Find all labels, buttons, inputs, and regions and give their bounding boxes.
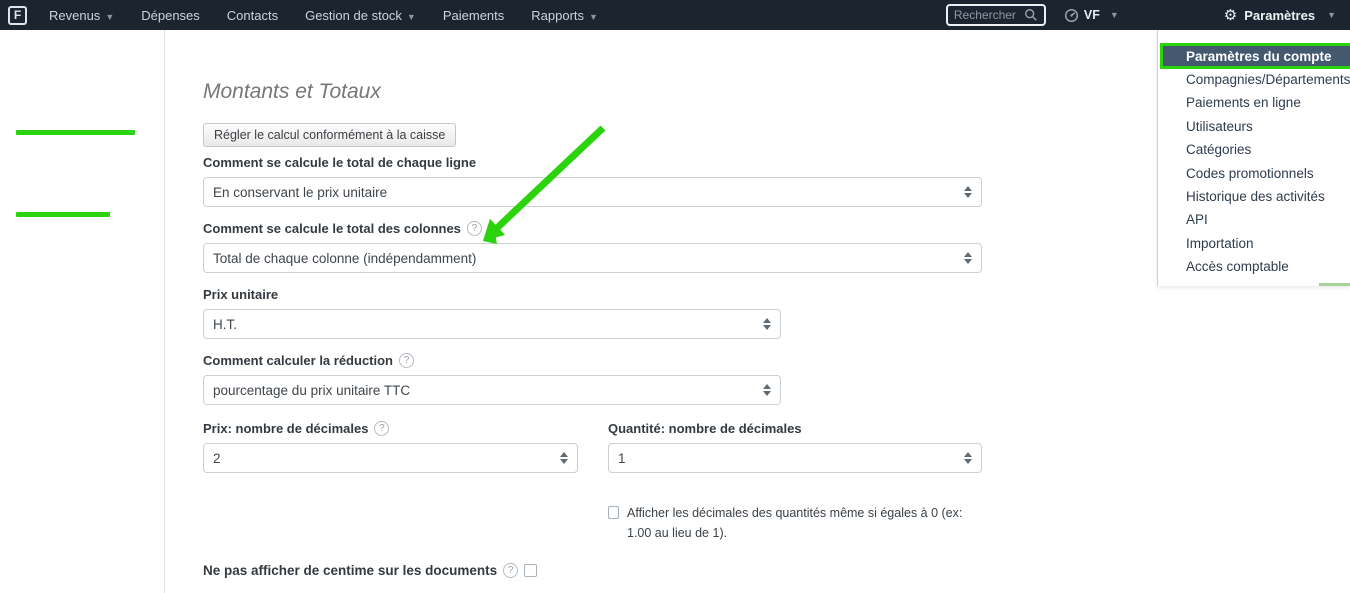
columns-total-value: Total de chaque colonne (indépendamment) <box>213 250 477 266</box>
menu-item-parametres-du-compte[interactable]: Paramètres du compte <box>1160 43 1350 69</box>
search-input[interactable] <box>953 8 1024 22</box>
qty-decimals-value: 1 <box>618 450 626 466</box>
select-arrows-icon <box>964 452 972 464</box>
menu-item-paiements-en-ligne[interactable]: Paiements en ligne <box>1158 91 1350 114</box>
menu-item-importation[interactable]: Importation <box>1158 232 1350 255</box>
chevron-down-icon: ▼ <box>406 11 416 22</box>
annotation-underline-montants <box>16 212 110 217</box>
qty-decimals-checkbox-row: Afficher les décimales des quantités mêm… <box>608 506 986 543</box>
settings-menu-list: Compagnies/Départements Paiements en lig… <box>1158 68 1350 279</box>
unit-price-value: H.T. <box>213 316 238 332</box>
no-cents-row: Ne pas afficher de centime sur les docum… <box>203 563 538 578</box>
menu-item-acces-comptable[interactable]: Accès comptable <box>1158 255 1350 278</box>
settings-dropdown: Paramètres du compte Compagnies/Départem… <box>1157 30 1350 286</box>
nav-item-depenses[interactable]: Dépenses <box>141 8 200 23</box>
columns-total-label: Comment se calcule le total des colonnes… <box>203 221 482 236</box>
account-switcher[interactable]: VF ▼ <box>1064 8 1119 23</box>
gauge-icon <box>1064 8 1078 22</box>
price-decimals-label: Prix: nombre de décimales ? <box>203 421 390 436</box>
no-cents-label: Ne pas afficher de centime sur les docum… <box>203 563 498 578</box>
chevron-down-icon: ▼ <box>1327 10 1336 20</box>
annotation-pale-green-line <box>1319 283 1350 286</box>
select-arrows-icon <box>560 452 568 464</box>
discount-select[interactable]: pourcentage du prix unitaire TTC <box>203 375 781 405</box>
menu-item-categories[interactable]: Catégories <box>1158 138 1350 161</box>
annotation-underline-options <box>16 130 135 135</box>
select-arrows-icon <box>964 252 972 264</box>
no-cents-checkbox[interactable] <box>524 564 538 577</box>
discount-value: pourcentage du prix unitaire TTC <box>213 382 411 398</box>
price-decimals-value: 2 <box>213 450 221 466</box>
line-total-value: En conservant le prix unitaire <box>213 184 388 200</box>
nav-item-gestion-de-stock[interactable]: Gestion de stock ▼ <box>305 8 416 23</box>
top-navbar: F Revenus ▼ Dépenses Contacts Gestion de … <box>0 0 1350 30</box>
nav-menu: Revenus ▼ Dépenses Contacts Gestion de st… <box>49 8 598 23</box>
settings-menu-trigger[interactable]: ⚙ Paramètres ▼ <box>1224 8 1336 23</box>
select-arrows-icon <box>763 384 771 396</box>
select-arrows-icon <box>964 186 972 198</box>
line-total-select[interactable]: En conservant le prix unitaire <box>203 177 982 207</box>
chevron-down-icon: ▼ <box>589 11 598 22</box>
qty-decimals-label: Quantité: nombre de décimales <box>608 421 802 436</box>
show-qty-decimals-checkbox[interactable] <box>608 506 619 519</box>
app-logo[interactable]: F <box>8 5 27 25</box>
price-decimals-select[interactable]: 2 <box>203 443 578 473</box>
menu-item-utilisateurs[interactable]: Utilisateurs <box>1158 115 1350 138</box>
unit-price-select[interactable]: H.T. <box>203 309 781 339</box>
select-arrows-icon <box>763 318 771 330</box>
unit-price-label: Prix unitaire <box>203 287 279 302</box>
search-icon[interactable] <box>1024 8 1038 22</box>
show-qty-decimals-label: Afficher les décimales des quantités mêm… <box>627 506 963 540</box>
qty-decimals-select[interactable]: 1 <box>608 443 982 473</box>
cash-calculation-button[interactable]: Régler le calcul conformément à la caiss… <box>203 123 457 147</box>
nav-item-revenus[interactable]: Revenus ▼ <box>49 8 114 23</box>
gear-icon: ⚙ <box>1223 6 1238 24</box>
menu-item-codes-promotionnels[interactable]: Codes promotionnels <box>1158 162 1350 185</box>
help-icon[interactable]: ? <box>399 353 414 368</box>
help-icon[interactable]: ? <box>466 221 482 236</box>
search-box[interactable] <box>945 4 1046 26</box>
help-icon[interactable]: ? <box>503 563 519 578</box>
nav-item-paiements[interactable]: Paiements <box>443 8 504 23</box>
nav-item-rapports[interactable]: Rapports ▼ <box>531 8 598 23</box>
chevron-down-icon: ▼ <box>1109 10 1119 20</box>
menu-item-historique[interactable]: Historique des activités <box>1158 185 1350 208</box>
chevron-down-icon: ▼ <box>105 11 115 22</box>
help-icon[interactable]: ? <box>374 421 390 436</box>
columns-total-select[interactable]: Total de chaque colonne (indépendamment) <box>203 243 982 273</box>
menu-item-api[interactable]: API <box>1158 208 1350 231</box>
page-title: Montants et Totaux <box>203 80 381 103</box>
menu-item-label: Paramètres du compte <box>1186 48 1332 64</box>
navbar-right: VF ▼ ⚙ Paramètres ▼ <box>945 4 1350 26</box>
discount-label: Comment calculer la réduction ? <box>203 353 414 368</box>
settings-label: Paramètres <box>1244 7 1316 23</box>
settings-sidebar <box>0 30 165 593</box>
line-total-label: Comment se calcule le total de chaque li… <box>203 155 477 170</box>
account-label: VF <box>1083 8 1100 22</box>
nav-item-contacts[interactable]: Contacts <box>227 8 278 23</box>
menu-item-compagnies[interactable]: Compagnies/Départements <box>1158 68 1350 91</box>
